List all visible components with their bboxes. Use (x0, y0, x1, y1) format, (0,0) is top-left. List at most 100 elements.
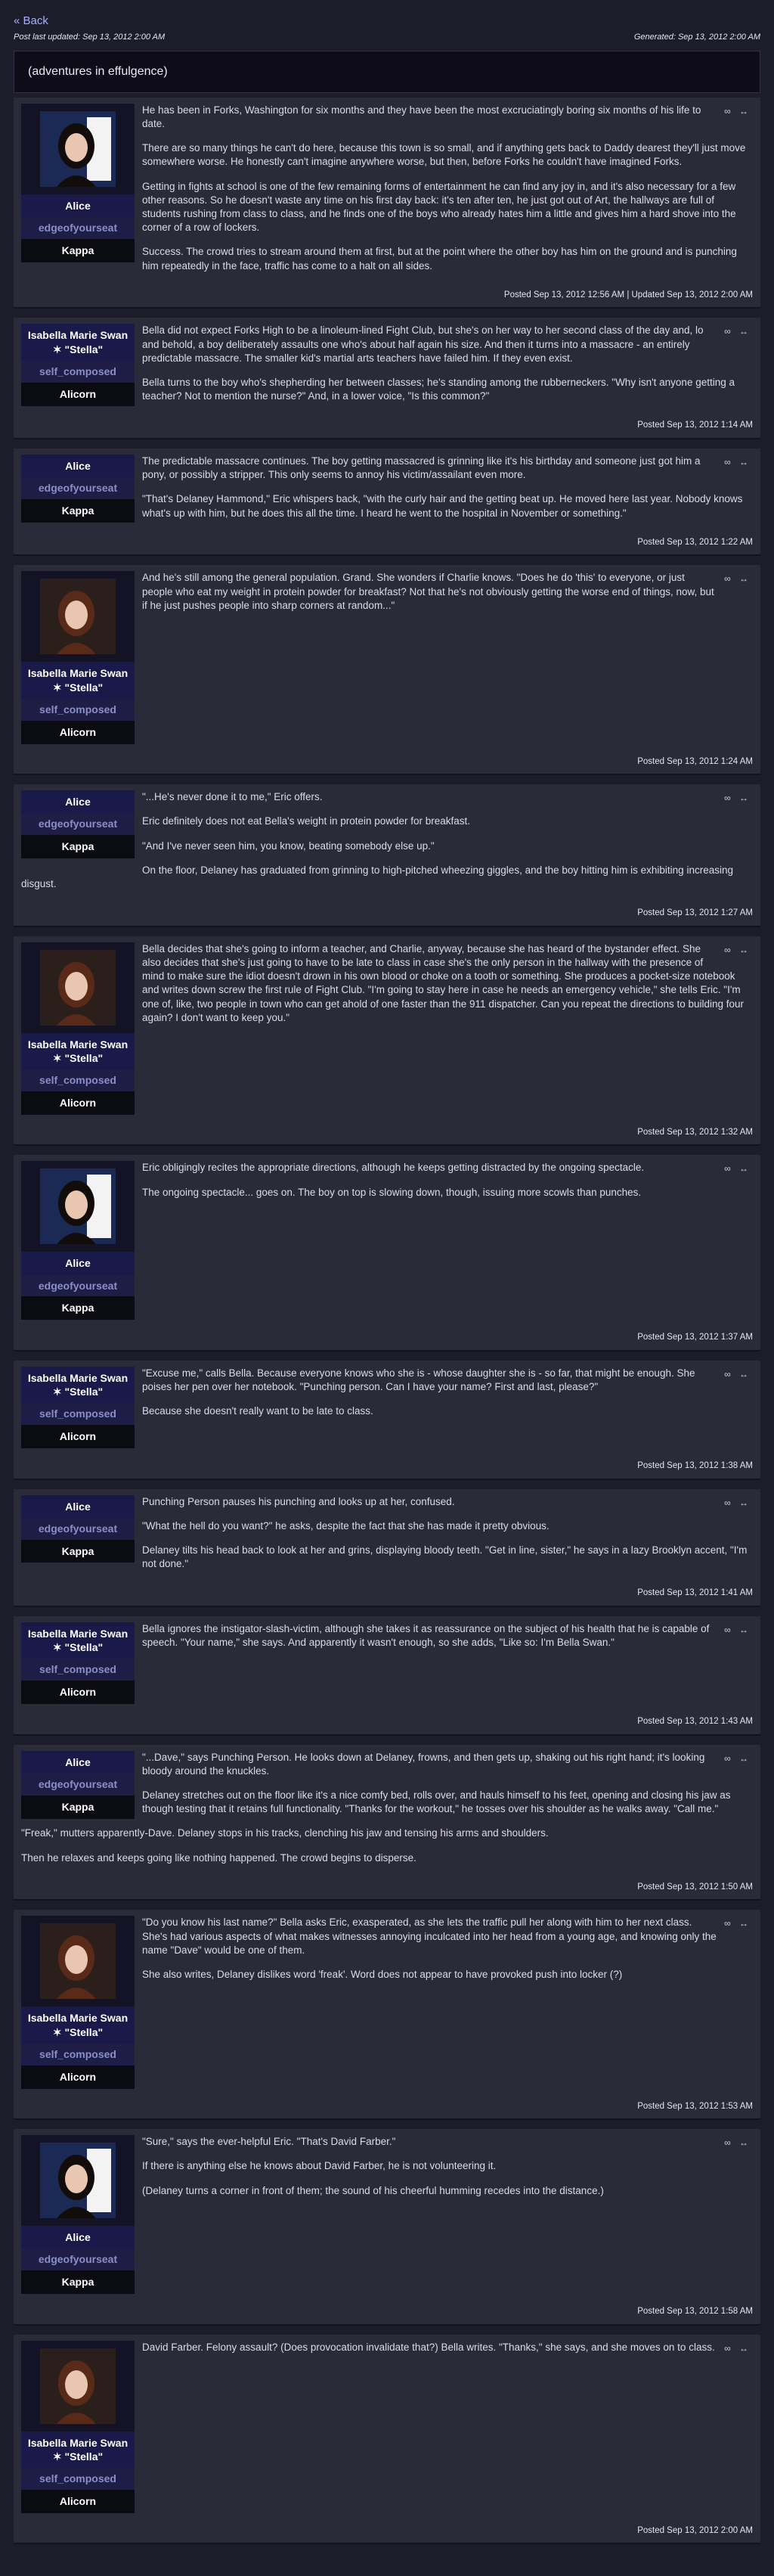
link-icon[interactable]: ∞ (724, 2343, 734, 2354)
post-tools: ∞ ↔ (724, 105, 751, 117)
post-timestamp: Posted Sep 13, 2012 1:41 AM (637, 1588, 753, 1598)
permalink-icon[interactable]: ↔ (739, 573, 751, 584)
post: Isabella Marie Swan ✶ "Stella" self_compo… (14, 936, 760, 1147)
character-screenname[interactable]: self_composed (21, 360, 135, 383)
post-timestamp: Posted Sep 13, 2012 1:53 AM (637, 2101, 753, 2111)
link-icon[interactable]: ∞ (724, 1369, 734, 1380)
character-info: Isabella Marie Swan ✶ "Stella" self_compo… (21, 1366, 135, 1448)
character-name[interactable]: Isabella Marie Swan ✶ "Stella" (21, 1366, 135, 1404)
post-author[interactable]: Kappa (21, 1795, 135, 1819)
link-icon[interactable]: ∞ (724, 106, 734, 116)
post: Alice edgeofyourseat Kappa ∞ ↔ He has been i… (14, 97, 760, 309)
permalink-icon[interactable]: ↔ (739, 1497, 751, 1508)
avatar-image (40, 1923, 116, 2000)
character-name[interactable]: Isabella Marie Swan ✶ "Stella" (21, 2431, 135, 2468)
character-info: Alice edgeofyourseat Kappa (21, 790, 135, 859)
permalink-icon[interactable]: ↔ (739, 1918, 751, 1929)
link-icon[interactable]: ∞ (724, 793, 734, 803)
post-body: Alice edgeofyourseat Kappa ∞ ↔ "...Dave," sa… (14, 1745, 760, 1876)
character-info: Isabella Marie Swan ✶ "Stella" self_compo… (21, 324, 135, 406)
post-author[interactable]: Kappa (21, 1296, 135, 1321)
link-icon[interactable]: ∞ (724, 2137, 734, 2148)
link-icon[interactable]: ∞ (724, 945, 734, 955)
character-screenname[interactable]: self_composed (21, 2043, 135, 2065)
post-tools: ∞ ↔ (724, 792, 751, 804)
character-screenname[interactable]: edgeofyourseat (21, 477, 135, 500)
character-name[interactable]: Alice (21, 2226, 135, 2249)
permalink-icon[interactable]: ↔ (739, 457, 751, 467)
character-info: Alice edgeofyourseat Kappa (21, 2135, 135, 2295)
character-name[interactable]: Alice (21, 790, 135, 814)
character-screenname[interactable]: self_composed (21, 2467, 135, 2490)
post-author[interactable]: Kappa (21, 835, 135, 859)
character-screenname[interactable]: self_composed (21, 698, 135, 721)
character-screenname[interactable]: edgeofyourseat (21, 2249, 135, 2271)
character-name[interactable]: Isabella Marie Swan ✶ "Stella" (21, 1032, 135, 1070)
character-screenname[interactable]: edgeofyourseat (21, 1517, 135, 1540)
character-info: Alice edgeofyourseat Kappa (21, 1161, 135, 1321)
permalink-icon[interactable]: ↔ (739, 945, 751, 955)
link-icon[interactable]: ∞ (724, 1163, 734, 1174)
permalink-icon[interactable]: ↔ (739, 106, 751, 116)
permalink-icon[interactable]: ↔ (739, 793, 751, 803)
permalink-icon[interactable]: ↔ (739, 2343, 751, 2354)
post-tools: ∞ ↔ (724, 1162, 751, 1175)
avatar-image (40, 579, 116, 655)
character-info: Alice edgeofyourseat Kappa (21, 1750, 135, 1819)
character-screenname[interactable]: self_composed (21, 1659, 135, 1681)
link-icon[interactable]: ∞ (724, 457, 734, 467)
post-author[interactable]: Kappa (21, 1539, 135, 1563)
character-screenname[interactable]: self_composed (21, 1069, 135, 1091)
permalink-icon[interactable]: ↔ (739, 1753, 751, 1764)
post-author[interactable]: Kappa (21, 2270, 135, 2295)
link-icon[interactable]: ∞ (724, 1497, 734, 1508)
link-icon[interactable]: ∞ (724, 573, 734, 584)
character-name[interactable]: Alice (21, 194, 135, 217)
post-author[interactable]: Alicorn (21, 1091, 135, 1115)
character-icon (21, 1916, 135, 2007)
character-name[interactable]: Alice (21, 1750, 135, 1774)
character-screenname[interactable]: edgeofyourseat (21, 216, 135, 239)
character-name[interactable]: Isabella Marie Swan ✶ "Stella" (21, 662, 135, 699)
character-screenname[interactable]: edgeofyourseat (21, 1274, 135, 1297)
post-author[interactable]: Alicorn (21, 382, 135, 406)
permalink-icon[interactable]: ↔ (739, 1369, 751, 1380)
character-name[interactable]: Alice (21, 1494, 135, 1518)
post-author[interactable]: Alicorn (21, 1425, 135, 1448)
permalink-icon[interactable]: ↔ (739, 326, 751, 337)
post: Isabella Marie Swan ✶ "Stella" self_compo… (14, 1910, 760, 2121)
post-author[interactable]: Kappa (21, 499, 135, 523)
character-name[interactable]: Alice (21, 1252, 135, 1275)
link-icon[interactable]: ∞ (724, 1753, 734, 1764)
character-screenname[interactable]: edgeofyourseat (21, 1773, 135, 1795)
character-screenname[interactable]: self_composed (21, 1403, 135, 1426)
character-name[interactable]: Isabella Marie Swan ✶ "Stella" (21, 1622, 135, 1659)
thread-subject: (adventures in effulgence) (14, 51, 760, 93)
link-icon[interactable]: ∞ (724, 326, 734, 337)
post: Isabella Marie Swan ✶ "Stella" self_compo… (14, 1615, 760, 1736)
character-icon (21, 103, 135, 194)
post-author[interactable]: Kappa (21, 238, 135, 262)
post-author[interactable]: Alicorn (21, 720, 135, 744)
character-name[interactable]: Isabella Marie Swan ✶ "Stella" (21, 324, 135, 361)
permalink-icon[interactable]: ↔ (739, 1625, 751, 1635)
post-timestamp: Posted Sep 13, 2012 1:38 AM (637, 1460, 753, 1470)
post-author[interactable]: Alicorn (21, 2065, 135, 2089)
permalink-icon[interactable]: ↔ (739, 2137, 751, 2148)
post-body: Isabella Marie Swan ✶ "Stella" self_compo… (14, 1361, 760, 1454)
post-body: Isabella Marie Swan ✶ "Stella" self_compo… (14, 318, 760, 414)
back-link[interactable]: « Back (14, 14, 48, 29)
post-author[interactable]: Alicorn (21, 1681, 135, 1705)
link-icon[interactable]: ∞ (724, 1918, 734, 1929)
post-author[interactable]: Alicorn (21, 2489, 135, 2513)
permalink-icon[interactable]: ↔ (739, 1163, 751, 1174)
post-body: Alice edgeofyourseat Kappa ∞ ↔ The predictab… (14, 448, 760, 531)
avatar-image (40, 2348, 116, 2424)
post-tools: ∞ ↔ (724, 573, 751, 585)
character-screenname[interactable]: edgeofyourseat (21, 813, 135, 836)
character-name[interactable]: Isabella Marie Swan ✶ "Stella" (21, 2006, 135, 2044)
page: « Back Post last updated: Sep 13, 2012 2… (0, 0, 774, 2576)
link-icon[interactable]: ∞ (724, 1625, 734, 1635)
character-name[interactable]: Alice (21, 455, 135, 478)
post: Alice edgeofyourseat Kappa ∞ ↔ "...He's neve… (14, 784, 760, 927)
